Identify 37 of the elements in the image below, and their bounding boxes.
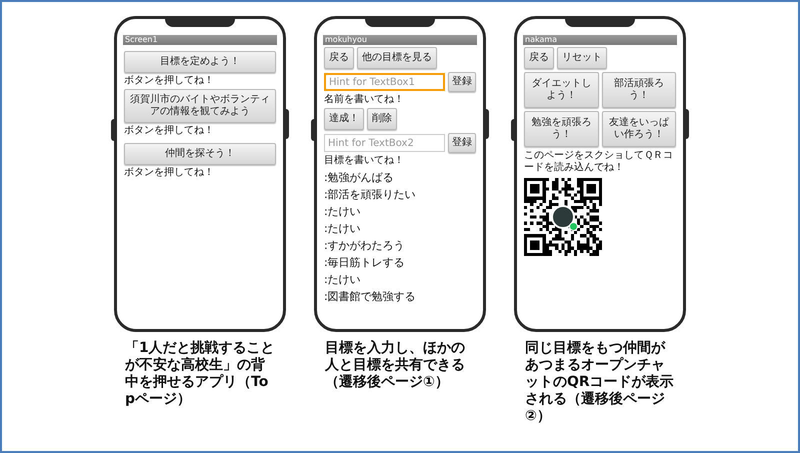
app-button[interactable]: 戻る — [524, 47, 554, 69]
hint-label: ボタンを押してね！ — [124, 167, 215, 179]
app-button[interactable]: 他の目標を見る — [357, 47, 437, 69]
app-button[interactable]: ダイエットしよう！ — [524, 72, 598, 108]
screen-title-bar: nakama — [523, 35, 677, 45]
app-button[interactable]: 仲間を探そう！ — [124, 143, 276, 165]
text-field[interactable]: Hint for TextBox2 — [324, 134, 445, 152]
app-button[interactable]: リセット — [557, 47, 607, 69]
goal-list-item[interactable]: :たけい — [324, 220, 476, 237]
app-button[interactable]: 勉強を頑張ろう！ — [524, 111, 598, 147]
goal-list-item[interactable]: :図書館で勉強する — [324, 288, 476, 305]
hint-label: 目標を書いてね！ — [324, 155, 405, 167]
app-button[interactable]: 削除 — [367, 108, 397, 130]
hint-label: 名前を書いてね！ — [324, 94, 405, 106]
screen-title-bar: Screen1 — [123, 35, 277, 45]
register-button[interactable]: 登録 — [448, 133, 476, 153]
caption-text: 目標を入力し、ほかの人と目標を共有できる（遷移後ページ①） — [325, 340, 466, 391]
screen-title-bar: mokuhyou — [323, 35, 477, 45]
hint-label: ボタンを押してね！ — [124, 75, 215, 87]
app-button[interactable]: 目標を定めよう！ — [124, 51, 276, 73]
app-button[interactable]: 戻る — [324, 47, 354, 69]
register-button[interactable]: 登録 — [448, 72, 476, 92]
goal-list-item[interactable]: :勉強がんばる — [324, 169, 476, 186]
caption-text: 「1人だと挑戦することが不安な高校生」の背中を押せるアプリ（Topページ） — [125, 340, 275, 408]
app-button[interactable]: 友達をいっぱい作ろう！ — [602, 111, 676, 147]
goal-list-item[interactable]: :部活を頑張りたい — [324, 186, 476, 203]
app-button[interactable]: 部活頑張ろう！ — [602, 72, 676, 108]
hint-label: このページをスクショしてＱＲコードを読み込んでね！ — [524, 150, 674, 174]
hint-label: ボタンを押してね！ — [124, 125, 215, 137]
goal-list-item[interactable]: :毎日筋トレする — [324, 254, 476, 271]
app-button[interactable]: 達成！ — [324, 108, 364, 130]
app-button[interactable]: 須賀川市のバイトやボランティアの情報を観てみよう — [124, 89, 276, 123]
caption-text: 同じ目標をもつ仲間があつまるオープンチャットのQRコードが表示される（遷移後ページ②） — [525, 340, 675, 425]
text-field[interactable]: Hint for TextBox1 — [324, 73, 445, 91]
goal-list-item[interactable]: :たけい — [324, 271, 476, 288]
goal-list-item[interactable]: :すかがわたろう — [324, 237, 476, 254]
goal-list-item[interactable]: :たけい — [324, 203, 476, 220]
